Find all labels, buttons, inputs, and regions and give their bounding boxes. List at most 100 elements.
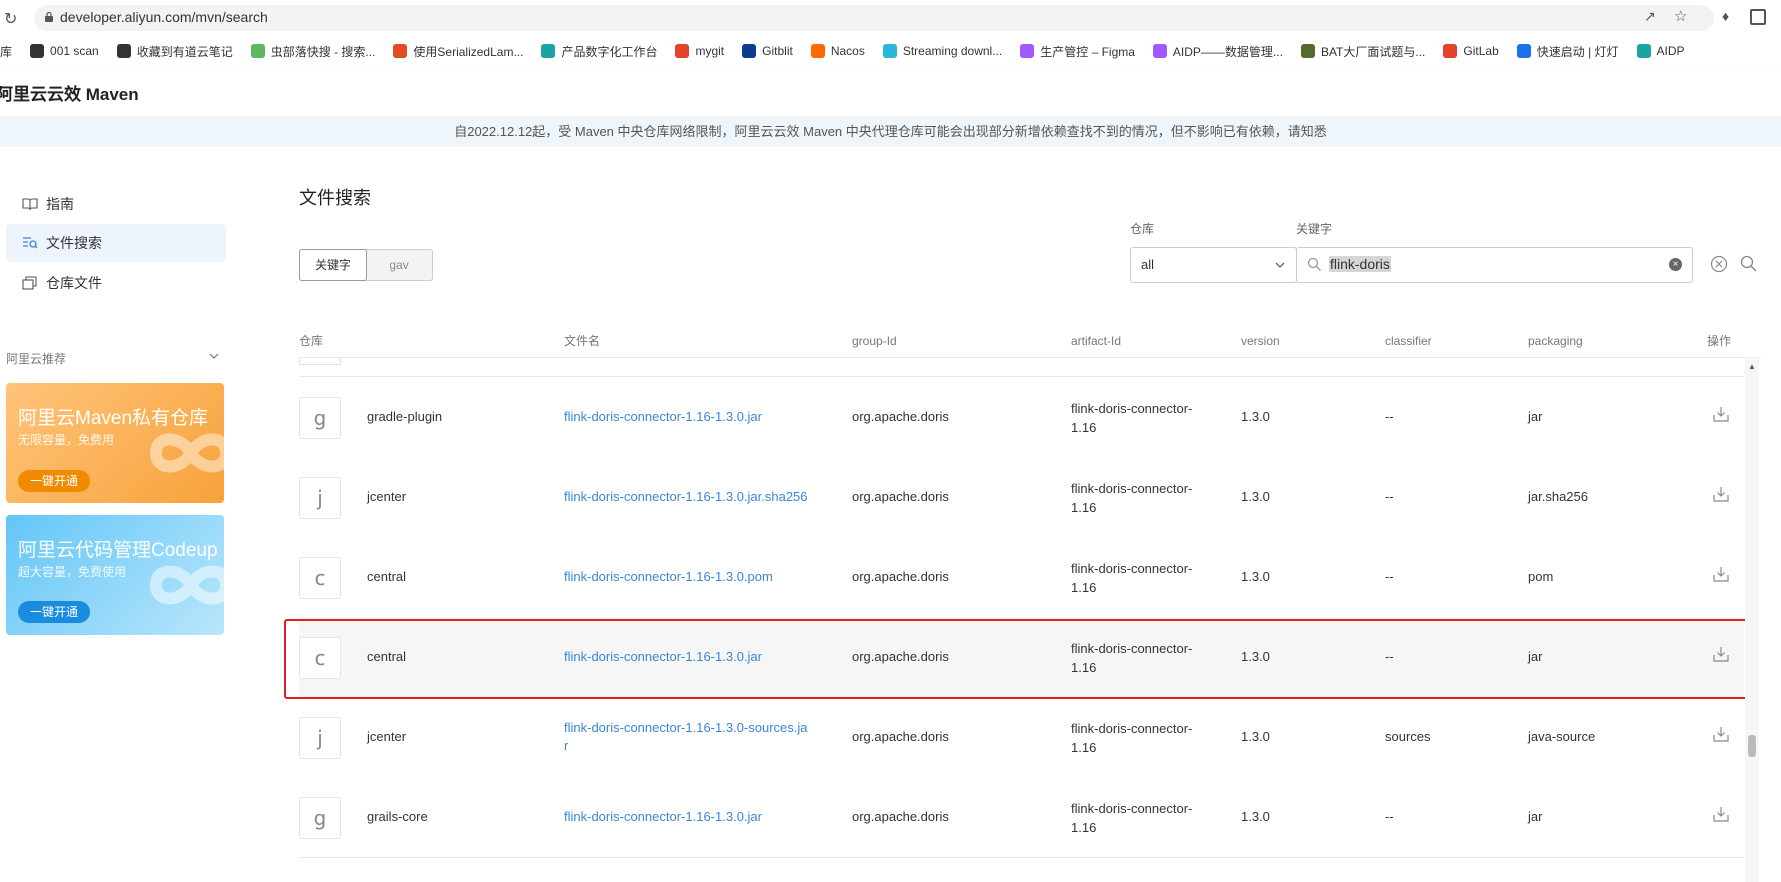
version: 1.3.0: [1241, 729, 1270, 744]
repo-select-value: all: [1141, 257, 1155, 272]
results-table-header: 仓库 文件名 group-Id artifact-Id version clas…: [299, 325, 1761, 358]
search-mode-toggle: 关键字 gav: [299, 249, 433, 281]
bookmark-favicon-icon: [250, 44, 265, 58]
filename-link[interactable]: flink-doris-connector-1.16-1.3.0.jar: [564, 409, 762, 424]
bookmark-favicon-icon: [1636, 44, 1651, 58]
bookmark-label: AIDP——数据管理...: [1172, 44, 1283, 59]
scroll-up-icon[interactable]: ▲: [1748, 362, 1756, 371]
table-row[interactable]: g grails-core flink-doris-connector-1.16-1…: [299, 777, 1744, 858]
classifier: --: [1385, 809, 1394, 824]
bookmark-item[interactable]: Streaming downl...: [882, 44, 1002, 58]
bookmark-label: mygit: [695, 44, 725, 58]
download-icon[interactable]: [1712, 805, 1730, 823]
reload-icon[interactable]: ↻: [4, 9, 17, 29]
promo-subtitle: 无限容量，免费用: [18, 433, 115, 447]
table-row[interactable]: j jcenter flink-doris-connector-1.16-1.3.0…: [299, 457, 1744, 538]
repo-letter-badge: c: [299, 557, 341, 599]
reset-icon[interactable]: [1710, 255, 1728, 276]
browser-toolbar: ↻ developer.aliyun.com/mvn/search ↗ ☆ ♦: [0, 0, 1781, 36]
table-row[interactable]: c central flink-doris-connector-1.16-1.3.0…: [299, 537, 1744, 618]
table-scrollbar[interactable]: ▲: [1745, 357, 1759, 882]
bookmark-item[interactable]: Nacos: [810, 44, 865, 58]
classifier: sources: [1385, 729, 1431, 744]
extensions-icon[interactable]: ♦: [1722, 8, 1729, 24]
filename-line: flink-doris-connector-1.16-1.3.0-sources…: [564, 720, 808, 735]
artifact-id-line: flink-doris-connector-: [1071, 801, 1193, 816]
bookmark-item[interactable]: 生产管控 – Figma: [1020, 43, 1135, 60]
star-icon[interactable]: ☆: [1674, 7, 1687, 25]
promo-enable-button[interactable]: 一键开通: [18, 601, 91, 623]
bookmark-item[interactable]: AIDP: [1636, 44, 1685, 58]
repo-select[interactable]: all: [1130, 247, 1297, 283]
repository-icon: [22, 275, 38, 291]
version: 1.3.0: [1241, 409, 1270, 424]
classifier: --: [1385, 409, 1394, 424]
artifact-id: flink-doris-connector- 1.16: [1071, 399, 1192, 437]
notice-banner: 自2022.12.12起，受 Maven 中央仓库网络限制，阿里云云效 Mave…: [0, 117, 1781, 147]
column-header-artifact-id: artifact-Id: [1071, 334, 1122, 348]
scrollbar-thumb[interactable]: [1748, 735, 1756, 757]
bookmark-item[interactable]: mygit: [675, 44, 724, 58]
bookmark-label: BAT大厂面试题与...: [1320, 44, 1426, 59]
packaging: jar: [1528, 809, 1543, 824]
promo-maven-card[interactable]: 阿里云Maven私有仓库 无限容量，免费用 一键开通: [6, 383, 224, 503]
search-submit-icon[interactable]: [1740, 255, 1758, 276]
download-icon[interactable]: [1712, 725, 1730, 743]
column-header-packaging: packaging: [1528, 334, 1583, 348]
download-icon[interactable]: [1712, 485, 1730, 503]
keyword-search-input[interactable]: flink-doris ×: [1296, 247, 1693, 283]
version: 1.3.0: [1241, 809, 1270, 824]
table-row[interactable]: j jcenter flink-doris-connector-1.16-1.3.0…: [299, 697, 1744, 778]
download-icon[interactable]: [1712, 405, 1730, 423]
clear-input-icon[interactable]: ×: [1669, 258, 1682, 271]
bookmark-item[interactable]: 使用SerializedLam...: [393, 43, 523, 60]
bookmark-item[interactable]: AIDP——数据管理...: [1152, 43, 1283, 60]
filename-link[interactable]: flink-doris-connector-1.16-1.3.0-sources…: [564, 719, 808, 755]
version: 1.3.0: [1241, 569, 1270, 584]
download-icon[interactable]: [1712, 565, 1730, 583]
app-title[interactable]: 阿里云云效 Maven: [0, 80, 139, 105]
filename-link[interactable]: flink-doris-connector-1.16-1.3.0.jar.sha…: [564, 489, 808, 504]
promo-codeup-card[interactable]: 阿里云代码管理Codeup 超大容量，免费使用 一键开通: [6, 515, 224, 635]
bookmark-item[interactable]: 库: [0, 43, 12, 60]
bookmark-favicon-icon: [675, 44, 690, 58]
repo-letter-badge: j: [299, 717, 341, 759]
promo-subtitle: 超大容量，免费使用: [18, 565, 127, 579]
table-row[interactable]: g gradle-plugin flink-doris-connector-1.16…: [299, 377, 1744, 458]
tab-keyword[interactable]: 关键字: [299, 249, 367, 281]
bookmark-item[interactable]: 产品数字化工作台: [541, 43, 657, 60]
filename-link[interactable]: flink-doris-connector-1.16-1.3.0.jar: [564, 809, 762, 824]
bookmark-item[interactable]: 001 scan: [30, 44, 99, 58]
keyword-value: flink-doris: [1329, 256, 1391, 272]
bookmark-label: 产品数字化工作台: [561, 44, 658, 59]
packaging: pom: [1528, 569, 1554, 584]
book-icon: [22, 196, 38, 212]
sidebar-item-file-search[interactable]: 文件搜索: [6, 224, 226, 262]
bookmark-label: Nacos: [830, 44, 865, 58]
sidebar-item-guide[interactable]: 指南: [6, 185, 226, 223]
sidebar-item-label: 仓库文件: [46, 275, 102, 291]
sidepanel-icon[interactable]: [1750, 9, 1766, 25]
bookmark-favicon-icon: [30, 44, 45, 58]
bookmark-item[interactable]: 收藏到有道云笔记: [116, 43, 233, 60]
group-id: org.apache.doris: [852, 409, 949, 424]
share-icon[interactable]: ↗: [1644, 8, 1656, 25]
url-text[interactable]: developer.aliyun.com/mvn/search: [60, 9, 268, 25]
tab-gav[interactable]: gav: [366, 250, 432, 280]
bookmark-item[interactable]: GitLab: [1443, 44, 1499, 58]
bookmark-favicon-icon: [541, 44, 556, 58]
bookmark-item[interactable]: BAT大厂面试题与...: [1300, 43, 1426, 60]
bookmark-item[interactable]: Gitblit: [742, 44, 793, 58]
lock-icon[interactable]: [44, 11, 53, 22]
filename-link[interactable]: flink-doris-connector-1.16-1.3.0.pom: [564, 569, 773, 584]
address-bar[interactable]: developer.aliyun.com/mvn/search ↗ ☆: [34, 5, 1714, 31]
bookmark-item[interactable]: 快速启动 | 灯灯: [1516, 43, 1619, 60]
artifact-id-line: flink-doris-connector-: [1071, 401, 1193, 416]
recommend-header[interactable]: 阿里云推荐: [6, 350, 224, 368]
bookmark-label: 生产管控 – Figma: [1040, 44, 1135, 59]
sidebar-item-repository-files[interactable]: 仓库文件: [6, 264, 226, 302]
classifier: --: [1385, 489, 1394, 504]
promo-enable-button[interactable]: 一键开通: [18, 470, 91, 492]
page-title: 文件搜索: [299, 188, 371, 208]
bookmark-item[interactable]: 虫部落快搜 - 搜索...: [250, 43, 375, 60]
